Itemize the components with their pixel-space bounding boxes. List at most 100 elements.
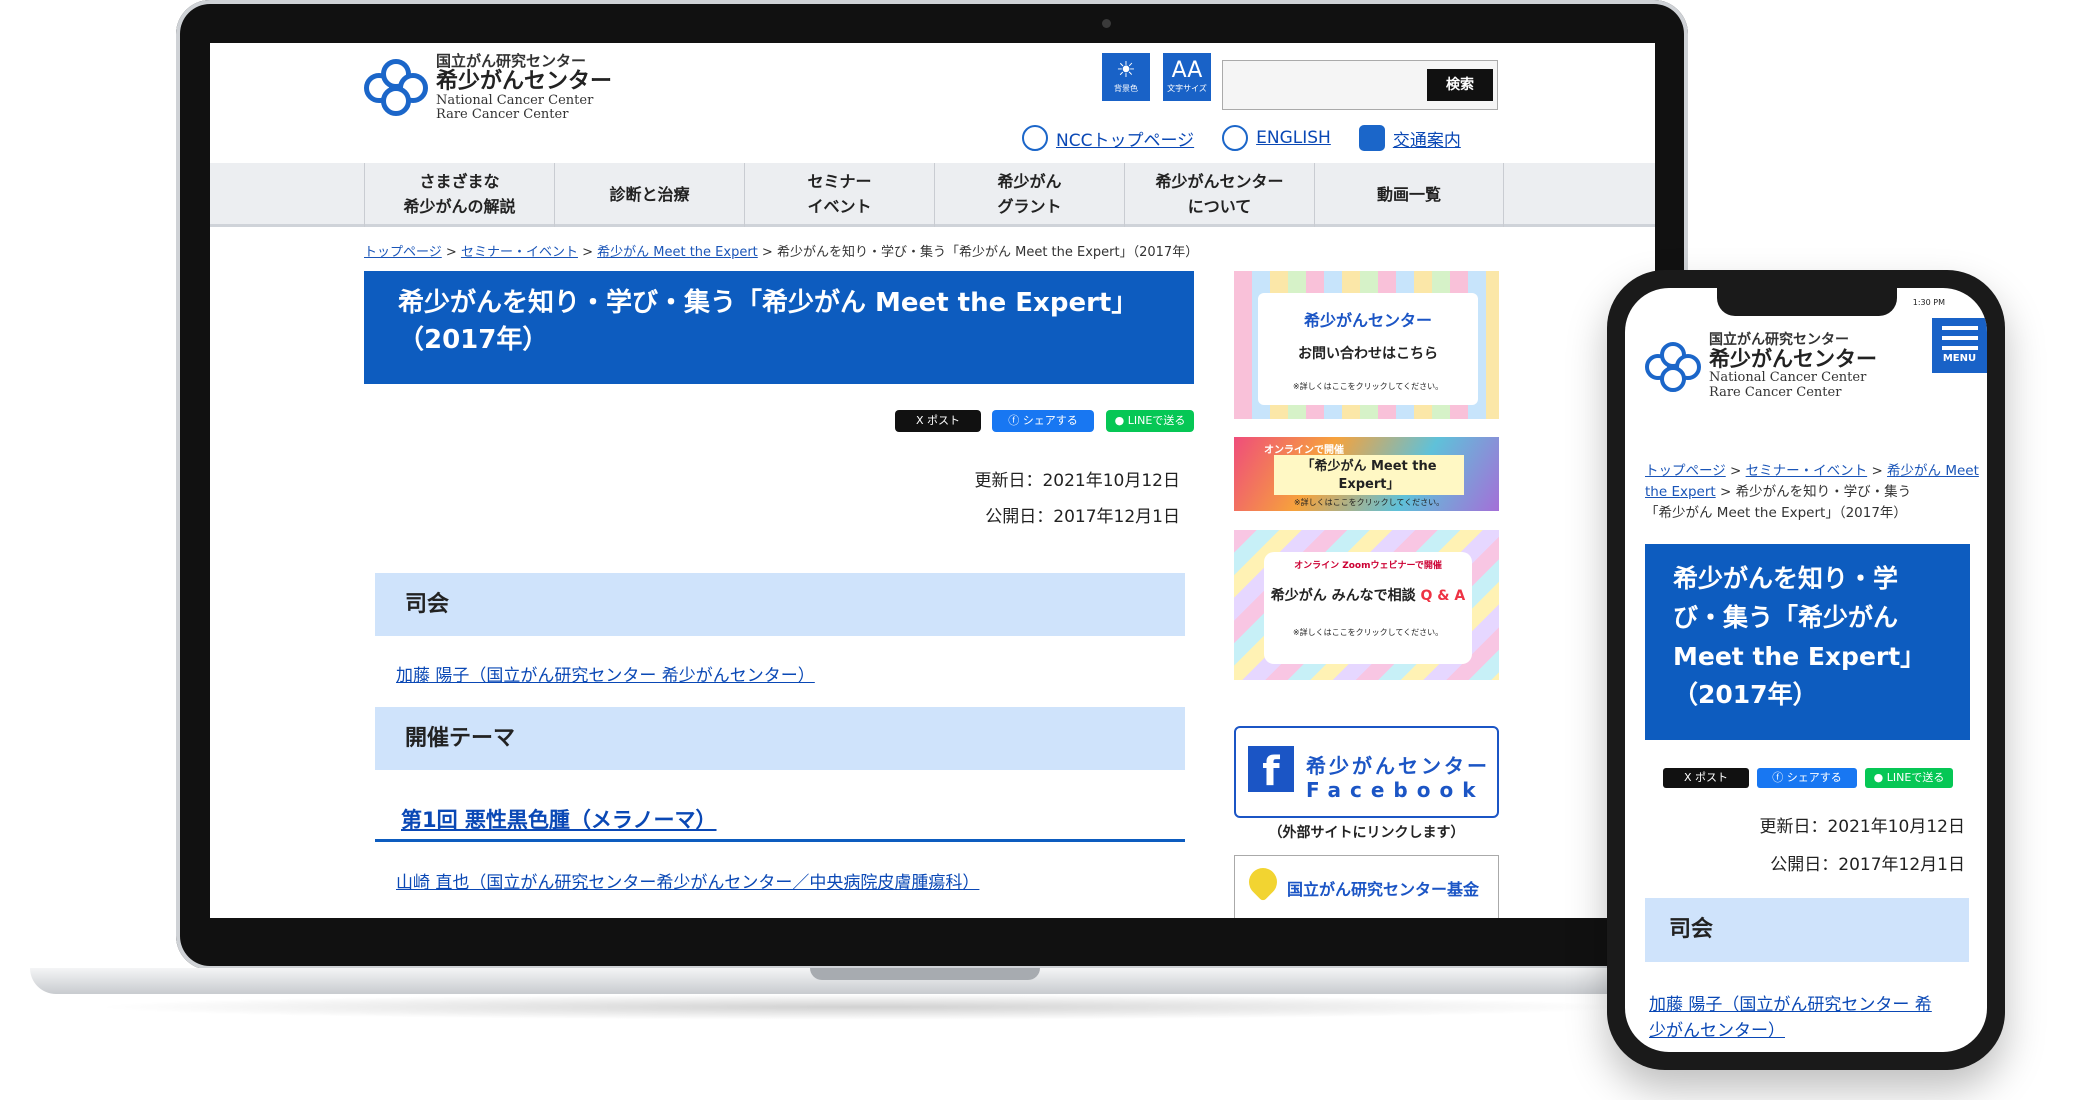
qa-mark: Q & A	[1420, 588, 1466, 604]
facebook-share-label: シェアする	[1786, 771, 1842, 784]
speaker-1-link[interactable]: 山崎 直也（国立がん研究センター希少がんセンター／中央病院皮膚腫瘍科）	[396, 868, 979, 893]
phone-facebook-share-button[interactable]: ⓕ シェアする	[1757, 768, 1857, 788]
crumb-sep: >	[445, 245, 457, 260]
hamburger-icon	[1941, 326, 1978, 350]
phone-crumb-current-2: 「希少がん Meet the Expert」（2017年）	[1645, 504, 1907, 521]
fb-external-caption: （外部サイトにリンクします）	[1268, 825, 1465, 841]
nav-label: 診断と治療	[609, 184, 690, 204]
search-box: 検索	[1222, 60, 1498, 110]
theme-1-heading: 第1回 悪性黒色腫（メラノーマ）	[375, 798, 1185, 842]
site-header: 国立がん研究センター 希少がんセンター National Cancer Cent…	[210, 43, 1655, 163]
facebook-icon: ⓕ	[1008, 414, 1020, 427]
fb-banner-line1: 希少がんセンター	[1306, 754, 1490, 778]
ncc-logo-icon	[364, 56, 428, 120]
nav-item-seminar[interactable]: セミナー イベント	[744, 163, 934, 227]
meet-the-expert-banner[interactable]: オンラインで開催 「希少がん Meet the Expert」 ※詳しくはここを…	[1234, 437, 1499, 511]
phone-mc-link-1[interactable]: 加藤 陽子（国立がん研究センター 希	[1649, 995, 1932, 1015]
facebook-banner[interactable]: f 希少がんセンター Facebook	[1234, 726, 1499, 818]
contact-banner[interactable]: 希少がんセンター お問い合わせはこちら ※詳しくはここをクリックしてください。	[1234, 271, 1499, 419]
facebook-share-button[interactable]: ⓕ シェアする	[992, 410, 1094, 432]
phone-notch	[1717, 288, 1897, 316]
phone-menu-button[interactable]: MENU	[1932, 318, 1987, 373]
logo-line1: 国立がん研究センター	[436, 52, 587, 70]
phone-logo-line1: 国立がん研究センター	[1709, 332, 1849, 348]
crumb-sep: >	[582, 245, 593, 260]
x-icon: X	[1683, 771, 1692, 784]
page-title-line2: （2017年）	[398, 324, 549, 355]
logo-line3: National Cancer Center	[436, 92, 594, 108]
x-icon: X	[915, 414, 924, 427]
phone-site-logo[interactable]: 国立がん研究センター 希少がんセンター National Cancer Cent…	[1645, 332, 1877, 400]
phone-status-time: 1:30 PM	[1912, 298, 1945, 307]
ncc-top-link[interactable]: NCCトップページ	[1056, 126, 1194, 151]
line-share-label: LINEで送る	[1127, 414, 1186, 427]
access-link[interactable]: 交通案内	[1393, 126, 1461, 151]
phone-page-title: 希少がんを知り・学 び・集う「希少がん Meet the Expert」 （20…	[1645, 544, 1970, 740]
text-size-button[interactable]: AA 文字サイズ	[1163, 53, 1211, 101]
bus-icon	[1358, 125, 1385, 151]
nav-label: グラント	[997, 197, 1062, 216]
contact-banner-sub: お問い合わせはこちら	[1298, 346, 1438, 362]
phone-title-line: び・集う「希少がん	[1673, 602, 1899, 632]
x-post-button[interactable]: X ポスト	[895, 410, 981, 432]
nav-label: 動画一覧	[1376, 184, 1441, 204]
phone-line-share-button[interactable]: ● LINEで送る	[1865, 768, 1953, 788]
phone-x-post-button[interactable]: X ポスト	[1663, 768, 1749, 788]
mc-person-link[interactable]: 加藤 陽子（国立がん研究センター 希少がんセンター）	[396, 661, 815, 686]
crumb-current: 希少がんを知り・学び・集う「希少がん Meet the Expert」（2017…	[776, 245, 1199, 260]
fund-banner[interactable]: 国立がん研究センター基金	[1234, 855, 1499, 918]
phone-mc-link-2[interactable]: 少がんセンター）	[1649, 1021, 1785, 1041]
header-links: NCCトップページ ENGLISH 交通案内	[1022, 125, 1461, 151]
ncc-logo-small-icon	[1022, 125, 1048, 151]
mte-banner-tag: オンラインで開催	[1264, 445, 1344, 456]
nav-label: 希少がんの解説	[403, 197, 516, 216]
crumb-mte[interactable]: 希少がん Meet the Expert	[597, 245, 758, 260]
theme-1-link[interactable]: 第1回 悪性黒色腫（メラノーマ）	[401, 808, 717, 832]
nav-item-rare-cancers[interactable]: さまざまな 希少がんの解説	[364, 163, 554, 227]
phone-title-line: （2017年）	[1673, 680, 1818, 710]
phone-logo-line3: National Cancer Center	[1709, 370, 1867, 386]
phone-breadcrumb: トップページ > セミナー・イベント > 希少がん Meet the Exper…	[1645, 461, 1980, 524]
nav-label: について	[1187, 197, 1252, 216]
phone-logo-line4: Rare Cancer Center	[1709, 384, 1842, 400]
laptop-screen: 国立がん研究センター 希少がんセンター National Cancer Cent…	[210, 43, 1655, 918]
contact-banner-title: 希少がんセンター	[1303, 311, 1432, 330]
text-size-label: 文字サイズ	[1167, 84, 1207, 93]
nav-item-diagnosis[interactable]: 診断と治療	[554, 163, 744, 227]
line-icon: ●	[1114, 414, 1125, 427]
nav-item-about[interactable]: 希少がんセンター について	[1124, 163, 1314, 227]
english-link[interactable]: ENGLISH	[1256, 128, 1331, 148]
qa-banner-card: オンライン Zoomウェビナーで開催 希少がん みんなで相談 Q & A ※詳し…	[1264, 552, 1472, 664]
facebook-logo-icon: f	[1248, 746, 1294, 795]
phone-crumb-home[interactable]: トップページ	[1645, 463, 1726, 479]
line-icon: ●	[1873, 771, 1884, 784]
search-input[interactable]	[1227, 65, 1427, 105]
crumb-home[interactable]: トップページ	[364, 245, 442, 260]
page-dates: 更新日：2021年10月12日 公開日：2017年12月1日	[910, 463, 1180, 535]
line-share-button[interactable]: ● LINEで送る	[1106, 410, 1194, 432]
phone-logo-line2: 希少がんセンター	[1709, 347, 1877, 372]
nav-item-grant[interactable]: 希少がん グラント	[934, 163, 1124, 227]
global-nav: さまざまな 希少がんの解説 診断と治療 セミナーイベント 希少がん グラント 希少が…	[210, 163, 1655, 227]
laptop-shadow	[90, 994, 1630, 1020]
nav-item-videos[interactable]: 動画一覧	[1314, 163, 1504, 227]
nav-label: セミナー	[807, 172, 872, 192]
crumb-seminar[interactable]: セミナー・イベント	[461, 245, 578, 260]
x-post-label: ポスト	[1695, 771, 1729, 784]
phone-crumb-seminar[interactable]: セミナー・イベント	[1746, 463, 1868, 479]
background-color-button[interactable]: ☀ 背景色	[1102, 53, 1150, 101]
mte-banner-note: ※詳しくはここをクリックしてください。	[1293, 498, 1445, 507]
fund-banner-title: 国立がん研究センター基金	[1287, 880, 1480, 899]
phone-screen: 1:30 PM 国立がん研究センター 希少がんセンター National Can…	[1625, 288, 1987, 1052]
nav-label: イベント	[807, 197, 872, 216]
phone-section-mc-heading: 司会	[1645, 898, 1969, 962]
search-button[interactable]: 検索	[1427, 69, 1493, 101]
laptop-notch	[810, 968, 1040, 980]
qa-banner[interactable]: オンライン Zoomウェビナーで開催 希少がん みんなで相談 Q & A ※詳し…	[1234, 530, 1499, 680]
qa-title-text: 希少がん みんなで相談	[1270, 588, 1416, 604]
section-mc-heading: 司会	[375, 573, 1185, 636]
page-title-line1: 希少がんを知り・学び・集う「希少がん Meet the Expert」	[398, 288, 1138, 318]
ncc-logo-icon	[1645, 339, 1701, 395]
phone-crumb-current-1: 希少がんを知り・学び・集う	[1735, 483, 1912, 500]
site-logo[interactable]: 国立がん研究センター 希少がんセンター National Cancer Cent…	[364, 53, 612, 122]
